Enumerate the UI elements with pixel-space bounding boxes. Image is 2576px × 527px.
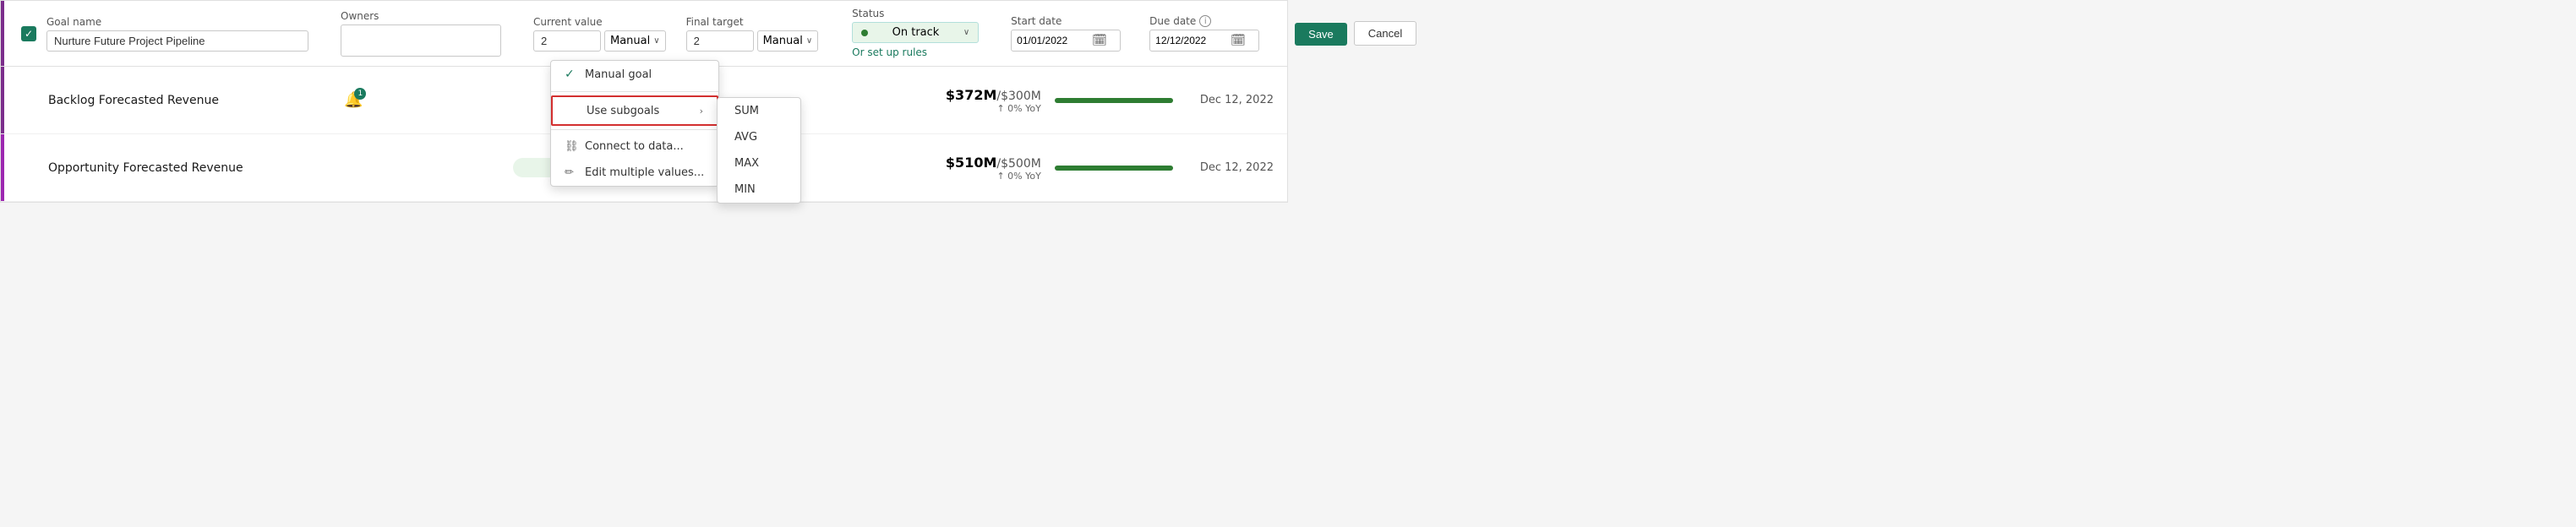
value-main-backlog: $372M/$300M	[872, 87, 1041, 103]
value-display-backlog: $372M/$300M ↑ 0% YoY	[872, 87, 1041, 114]
row-accent-opportunity	[1, 134, 4, 201]
menu-item-connect-data-label: Connect to data...	[585, 140, 684, 153]
due-date-column: Due date i 🗓	[1149, 15, 1285, 52]
menu-item-edit-values-label: Edit multiple values...	[585, 166, 704, 179]
setup-rules-area: Or set up rules	[852, 46, 987, 59]
status-dropdown[interactable]: On track ∨	[852, 22, 979, 43]
start-date-label: Start date	[1011, 15, 1129, 27]
status-column: Status On track ∨ Or set up rules	[852, 8, 987, 59]
current-value-chevron-icon: ∨	[653, 36, 659, 46]
submenu-item-min[interactable]: MIN	[718, 177, 800, 203]
edit-values-icon: ✏	[565, 166, 578, 179]
action-buttons: Save Cancel	[1295, 21, 1416, 46]
row-accent	[1, 1, 4, 66]
value-display-opportunity: $510M/$500M ↑ 0% YoY	[872, 155, 1041, 182]
progress-fill-opportunity	[1055, 166, 1173, 171]
connect-data-icon: ⛓	[565, 140, 578, 153]
goal-name-opportunity: Opportunity Forecasted Revenue	[48, 161, 344, 175]
final-target-type-select[interactable]: Manual ∨	[757, 30, 819, 52]
goal-name-backlog: Backlog Forecasted Revenue	[48, 94, 344, 107]
submenu-arrow-icon: ›	[700, 106, 703, 117]
value-change-backlog: ↑ 0% YoY	[872, 103, 1041, 114]
final-target-chevron-icon: ∨	[806, 36, 812, 46]
status-chevron-icon: ∨	[963, 28, 969, 37]
due-date-calendar-icon: 🗓	[1231, 34, 1246, 47]
current-value-type-text: Manual	[610, 35, 650, 47]
due-date-backlog: Dec 12, 2022	[1200, 94, 1274, 106]
menu-divider-1	[551, 91, 718, 92]
final-target-column: Final target Manual ∨	[686, 16, 819, 52]
menu-item-use-subgoals[interactable]: ✓ Use subgoals › SUM AVG MAX MIN	[551, 95, 718, 126]
due-date-field[interactable]	[1155, 35, 1227, 46]
status-value-text: On track	[892, 26, 940, 39]
menu-divider-2	[551, 129, 718, 130]
submenu-item-sum[interactable]: SUM	[718, 98, 800, 124]
start-date-calendar-icon: 🗓	[1092, 34, 1107, 47]
owners-input[interactable]	[341, 24, 501, 57]
status-label: Status	[852, 8, 987, 19]
save-button[interactable]: Save	[1295, 23, 1347, 46]
setup-rules-link[interactable]: Or set up rules	[852, 46, 927, 58]
goal-name-label: Goal name	[46, 16, 317, 28]
menu-check-icon: ✓	[565, 68, 578, 81]
owners-column: Owners	[341, 10, 510, 57]
status-dot-icon	[861, 30, 868, 36]
final-target-type-text: Manual	[763, 35, 803, 47]
current-value-label: Current value	[533, 16, 666, 28]
owners-label: Owners	[341, 10, 510, 22]
row-checkbox[interactable]: ✓	[21, 26, 36, 41]
current-value-type-select[interactable]: Manual ∨	[604, 30, 666, 52]
progress-bar-opportunity	[1055, 166, 1173, 171]
progress-bar-backlog	[1055, 98, 1173, 103]
menu-item-use-subgoals-label: Use subgoals	[587, 105, 659, 117]
cancel-button[interactable]: Cancel	[1354, 21, 1416, 46]
current-value-column: Current value Manual ∨	[533, 16, 666, 52]
due-date-label: Due date i	[1149, 15, 1285, 27]
due-date-input[interactable]: 🗓	[1149, 30, 1259, 52]
due-date-opportunity: Dec 12, 2022	[1200, 161, 1274, 174]
value-main-opportunity: $510M/$500M	[872, 155, 1041, 171]
goal-name-column: Goal name	[46, 16, 317, 52]
progress-fill-backlog	[1055, 98, 1173, 103]
notification-count-backlog: 1	[354, 88, 366, 100]
submenu-item-max[interactable]: MAX	[718, 150, 800, 177]
checkbox-checked-icon: ✓	[21, 26, 36, 41]
subgoals-submenu: SUM AVG MAX MIN	[717, 97, 801, 204]
edit-goal-row: ✓ Goal name Owners Current value Manual …	[1, 1, 1287, 67]
final-target-input[interactable]	[686, 30, 754, 52]
goal-meta-backlog: 🔔 1	[344, 91, 513, 109]
menu-item-manual-goal[interactable]: ✓ Manual goal	[551, 61, 718, 88]
row-accent-backlog	[1, 67, 4, 133]
due-date-info-icon: i	[1199, 15, 1211, 27]
current-value-input[interactable]	[533, 30, 601, 52]
submenu-item-avg[interactable]: AVG	[718, 124, 800, 150]
menu-item-manual-goal-label: Manual goal	[585, 68, 652, 81]
menu-item-connect-data[interactable]: ⛓ Connect to data...	[551, 133, 718, 160]
final-target-label: Final target	[686, 16, 819, 28]
current-value-dropdown-menu: ✓ Manual goal ✓ Use subgoals › SUM AVG M…	[550, 60, 719, 187]
goal-name-input[interactable]	[46, 30, 308, 52]
menu-item-edit-values[interactable]: ✏ Edit multiple values...	[551, 160, 718, 186]
value-change-opportunity: ↑ 0% YoY	[872, 171, 1041, 182]
notification-badge-backlog[interactable]: 🔔 1	[344, 91, 363, 109]
start-date-input[interactable]: 🗓	[1011, 30, 1121, 52]
start-date-field[interactable]	[1017, 35, 1089, 46]
start-date-column: Start date 🗓	[1011, 15, 1129, 52]
